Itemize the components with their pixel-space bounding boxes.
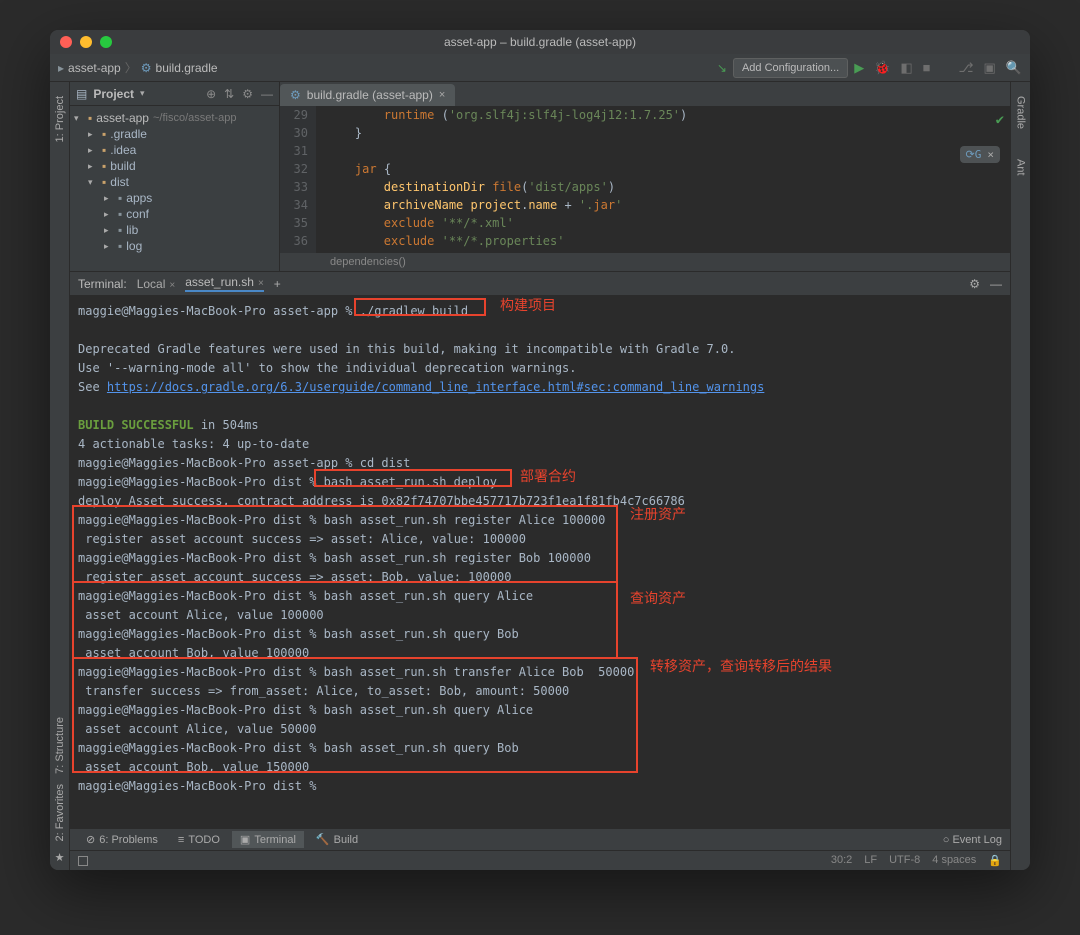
tree-root[interactable]: ▾▪ asset-app ~/fisco/asset-app (70, 110, 279, 126)
terminal-icon: ▣ (240, 833, 250, 846)
project-tree[interactable]: ▾▪ asset-app ~/fisco/asset-app ▸▪.gradle… (70, 106, 279, 271)
micro-status: 30:2 LF UTF-8 4 spaces 🔒 (70, 850, 1010, 870)
gear-icon[interactable]: ⚙ (242, 87, 253, 101)
tab-build[interactable]: 🔨Build (308, 831, 366, 848)
event-log[interactable]: ○ Event Log (943, 834, 1002, 846)
sidebar-favorites-tab[interactable]: 2: Favorites (54, 784, 66, 841)
tree-item[interactable]: ▸▪apps (70, 190, 279, 206)
indent[interactable]: 4 spaces (932, 854, 976, 867)
tree-item[interactable]: ▸▪build (70, 158, 279, 174)
status-bar: ⊘6: Problems ≡TODO ▣Terminal 🔨Build ○ Ev… (70, 828, 1010, 850)
list-icon: ≡ (178, 834, 184, 846)
terminal-tab-script[interactable]: asset_run.sh× (185, 275, 264, 292)
git-badge[interactable]: ⟳G× (960, 146, 1000, 163)
add-terminal-button[interactable]: + (274, 277, 281, 291)
debug-icon[interactable]: 🐞 (874, 60, 890, 76)
encoding[interactable]: UTF-8 (889, 854, 920, 867)
left-tool-strip: 1: Project 7: Structure 2: Favorites ★ (50, 82, 70, 870)
coverage-icon[interactable]: ◧ (900, 60, 912, 76)
close-tab-icon[interactable]: × (439, 89, 445, 101)
window-title: asset-app – build.gradle (asset-app) (444, 35, 636, 49)
folder-icon: ▤ (76, 87, 87, 101)
collapse-icon[interactable]: — (261, 87, 273, 101)
tab-problems[interactable]: ⊘6: Problems (78, 831, 166, 848)
project-header: Project (93, 87, 134, 101)
layout-icon[interactable]: ▣ (984, 60, 996, 76)
breadcrumb-file[interactable]: build.gradle (156, 61, 218, 75)
hammer-icon[interactable]: ↘ (717, 61, 727, 75)
gradle-icon: ⚙ (290, 88, 301, 102)
tab-todo[interactable]: ≡TODO (170, 831, 228, 848)
terminal-panel: Terminal: Local× asset_run.sh× + ⚙ — mag… (70, 272, 1010, 828)
project-pane: ▤ Project ▾ ⊕ ⇅ ⚙ — ▾▪ asset-ap (70, 82, 280, 271)
code-editor[interactable]: 29 30 31 32 33 34 35 36 runtime ('org.sl… (280, 106, 1010, 253)
gradle-icon: ⚙ (141, 61, 152, 75)
sidebar-ant-tab[interactable]: Ant (1015, 159, 1027, 176)
tree-item[interactable]: ▸▪lib (70, 222, 279, 238)
tree-item[interactable]: ▸▪log (70, 238, 279, 254)
gear-icon[interactable]: ⚙ (969, 277, 980, 291)
top-toolbar: ▸ asset-app 〉 ⚙ build.gradle ↘ Add Confi… (50, 54, 1030, 82)
editor-crumb[interactable]: dependencies() (280, 253, 1010, 271)
editor-pane: ⚙ build.gradle (asset-app) × 29 30 31 32… (280, 82, 1010, 271)
terminal-body[interactable]: maggie@Maggies-MacBook-Pro asset-app % .… (70, 296, 1010, 828)
add-configuration-button[interactable]: Add Configuration... (733, 58, 848, 78)
terminal-label: Terminal: (78, 277, 127, 291)
run-icon[interactable]: ▶ (854, 60, 864, 76)
titlebar[interactable]: asset-app – build.gradle (asset-app) (50, 30, 1030, 54)
minimize-panel-icon[interactable]: — (990, 277, 1002, 291)
editor-tab[interactable]: ⚙ build.gradle (asset-app) × (280, 84, 455, 106)
cursor-position[interactable]: 30:2 (831, 854, 852, 867)
sidebar-structure-tab[interactable]: 7: Structure (54, 717, 66, 774)
maximize-icon[interactable] (100, 36, 112, 48)
tree-item[interactable]: ▸▪conf (70, 206, 279, 222)
right-tool-strip: Gradle Ant (1010, 82, 1030, 870)
star-icon[interactable]: ★ (55, 851, 65, 864)
tree-item[interactable]: ▸▪.idea (70, 142, 279, 158)
status-icon[interactable] (78, 856, 88, 866)
breadcrumb-root[interactable]: asset-app (68, 61, 121, 75)
tab-terminal[interactable]: ▣Terminal (232, 831, 304, 848)
check-icon: ✔ (996, 112, 1004, 128)
line-gutter: 29 30 31 32 33 34 35 36 (280, 106, 316, 253)
stop-icon[interactable]: ■ (923, 60, 931, 75)
terminal-tab-local[interactable]: Local× (137, 277, 176, 291)
close-icon[interactable] (60, 36, 72, 48)
sort-icon[interactable]: ⇅ (224, 87, 234, 101)
ide-window: asset-app – build.gradle (asset-app) ▸ a… (50, 30, 1030, 870)
code-content[interactable]: runtime ('org.slf4j:slf4j-log4j12:1.7.25… (316, 106, 1010, 253)
target-icon[interactable]: ⊕ (206, 87, 216, 101)
minimize-icon[interactable] (80, 36, 92, 48)
sidebar-gradle-tab[interactable]: Gradle (1015, 96, 1027, 129)
line-ending[interactable]: LF (864, 854, 877, 867)
search-icon[interactable]: 🔍 (1006, 60, 1022, 76)
breadcrumb[interactable]: ▸ asset-app 〉 ⚙ build.gradle (58, 59, 218, 76)
git-icon[interactable]: ⎇ (959, 60, 974, 76)
error-icon: ⊘ (86, 833, 95, 846)
hammer-icon: 🔨 (316, 833, 330, 846)
balloon-icon: ○ (943, 834, 950, 846)
tree-item[interactable]: ▸▪.gradle (70, 126, 279, 142)
sidebar-project-tab[interactable]: 1: Project (54, 96, 66, 142)
lock-icon[interactable]: 🔒 (988, 854, 1002, 867)
tree-item[interactable]: ▾▪dist (70, 174, 279, 190)
